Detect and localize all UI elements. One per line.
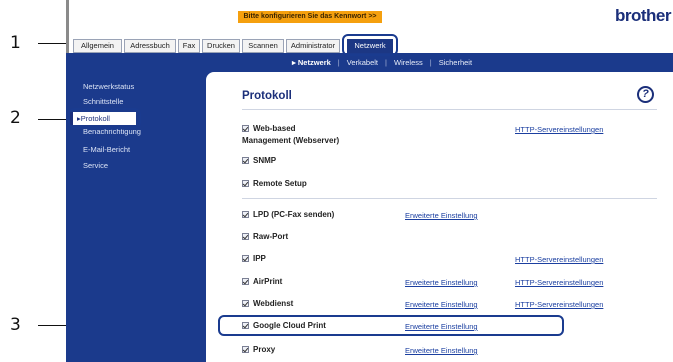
link-http-servereinstellungen-ipp[interactable]: HTTP-Servereinstellungen xyxy=(515,255,603,264)
callout-number-1: 1 xyxy=(10,33,21,53)
tab-fax[interactable]: Fax xyxy=(178,39,200,53)
tab-drucken[interactable]: Drucken xyxy=(202,39,240,53)
link-erweiterte-einstellung-airprint[interactable]: Erweiterte Einstellung xyxy=(405,278,478,287)
label-proxy: Proxy xyxy=(253,345,276,354)
title-divider xyxy=(242,109,657,110)
highlight-protokoll xyxy=(68,108,141,129)
section-divider xyxy=(242,198,657,199)
page-title: Protokoll xyxy=(242,90,292,102)
sidebar-item-netzwerkstatus[interactable]: Netzwerkstatus xyxy=(83,82,134,91)
brother-logo: brother xyxy=(615,6,672,25)
label-raw-port: Raw-Port xyxy=(253,232,289,241)
link-http-servereinstellungen-airprint[interactable]: HTTP-Servereinstellungen xyxy=(515,278,603,287)
label-webdienst: Webdienst xyxy=(253,299,294,308)
checkbox-ipp[interactable] xyxy=(242,255,249,262)
checkbox-raw-port[interactable] xyxy=(242,233,249,240)
link-erweiterte-einstellung-proxy[interactable]: Erweiterte Einstellung xyxy=(405,346,478,355)
sidebar-item-service[interactable]: Service xyxy=(83,161,108,170)
checkbox-airprint[interactable] xyxy=(242,278,249,285)
label-webserver: Web-based xyxy=(253,124,296,133)
subnav: ▸ Netzwerk | Verkabelt | Wireless | Sicherheit xyxy=(292,57,473,69)
checkbox-webserver[interactable] xyxy=(242,125,249,132)
label-snmp: SNMP xyxy=(253,156,277,165)
highlight-google-cloud-print xyxy=(218,315,564,336)
label-airprint: AirPrint xyxy=(253,277,283,286)
link-http-servereinstellungen-webdienst[interactable]: HTTP-Servereinstellungen xyxy=(515,300,603,309)
question-icon[interactable]: ? xyxy=(637,86,654,103)
tab-scannen[interactable]: Scannen xyxy=(242,39,284,53)
link-erweiterte-einstellung-webdienst[interactable]: Erweiterte Einstellung xyxy=(405,300,478,309)
callout-number-3: 3 xyxy=(10,315,21,335)
label-remote-setup: Remote Setup xyxy=(253,179,307,188)
sidebar-item-schnittstelle[interactable]: Schnittstelle xyxy=(83,97,123,106)
checkbox-webdienst[interactable] xyxy=(242,300,249,307)
checkbox-snmp[interactable] xyxy=(242,157,249,164)
checkbox-proxy[interactable] xyxy=(242,346,249,353)
subnav-verkabelt[interactable]: Verkabelt xyxy=(347,57,378,69)
subnav-netzwerk[interactable]: ▸ Netzwerk xyxy=(292,57,331,69)
password-banner[interactable]: Bitte konfigurieren Sie das Kennwort >> xyxy=(238,11,382,23)
subnav-sicherheit[interactable]: Sicherheit xyxy=(439,57,472,69)
checkbox-lpd[interactable] xyxy=(242,211,249,218)
label-lpd: LPD (PC-Fax senden) xyxy=(253,210,335,219)
highlight-netzwerk-tab xyxy=(342,34,398,56)
checkbox-remote-setup[interactable] xyxy=(242,180,249,187)
label-ipp: IPP xyxy=(253,254,266,263)
label-webserver-line2: Management (Webserver) xyxy=(242,136,340,145)
tab-administrator[interactable]: Administrator xyxy=(286,39,340,53)
link-erweiterte-einstellung-lpd[interactable]: Erweiterte Einstellung xyxy=(405,211,478,220)
tab-allgemein[interactable]: Allgemein xyxy=(73,39,122,53)
browser-content: Bitte konfigurieren Sie das Kennwort >> … xyxy=(66,0,673,362)
tab-adressbuch[interactable]: Adressbuch xyxy=(124,39,176,53)
callout-number-2: 2 xyxy=(10,108,21,128)
link-http-servereinstellungen-webserver[interactable]: HTTP-Servereinstellungen xyxy=(515,125,603,134)
sidebar-item-email-bericht[interactable]: E-Mail-Bericht xyxy=(83,145,130,154)
subnav-wireless[interactable]: Wireless xyxy=(394,57,423,69)
